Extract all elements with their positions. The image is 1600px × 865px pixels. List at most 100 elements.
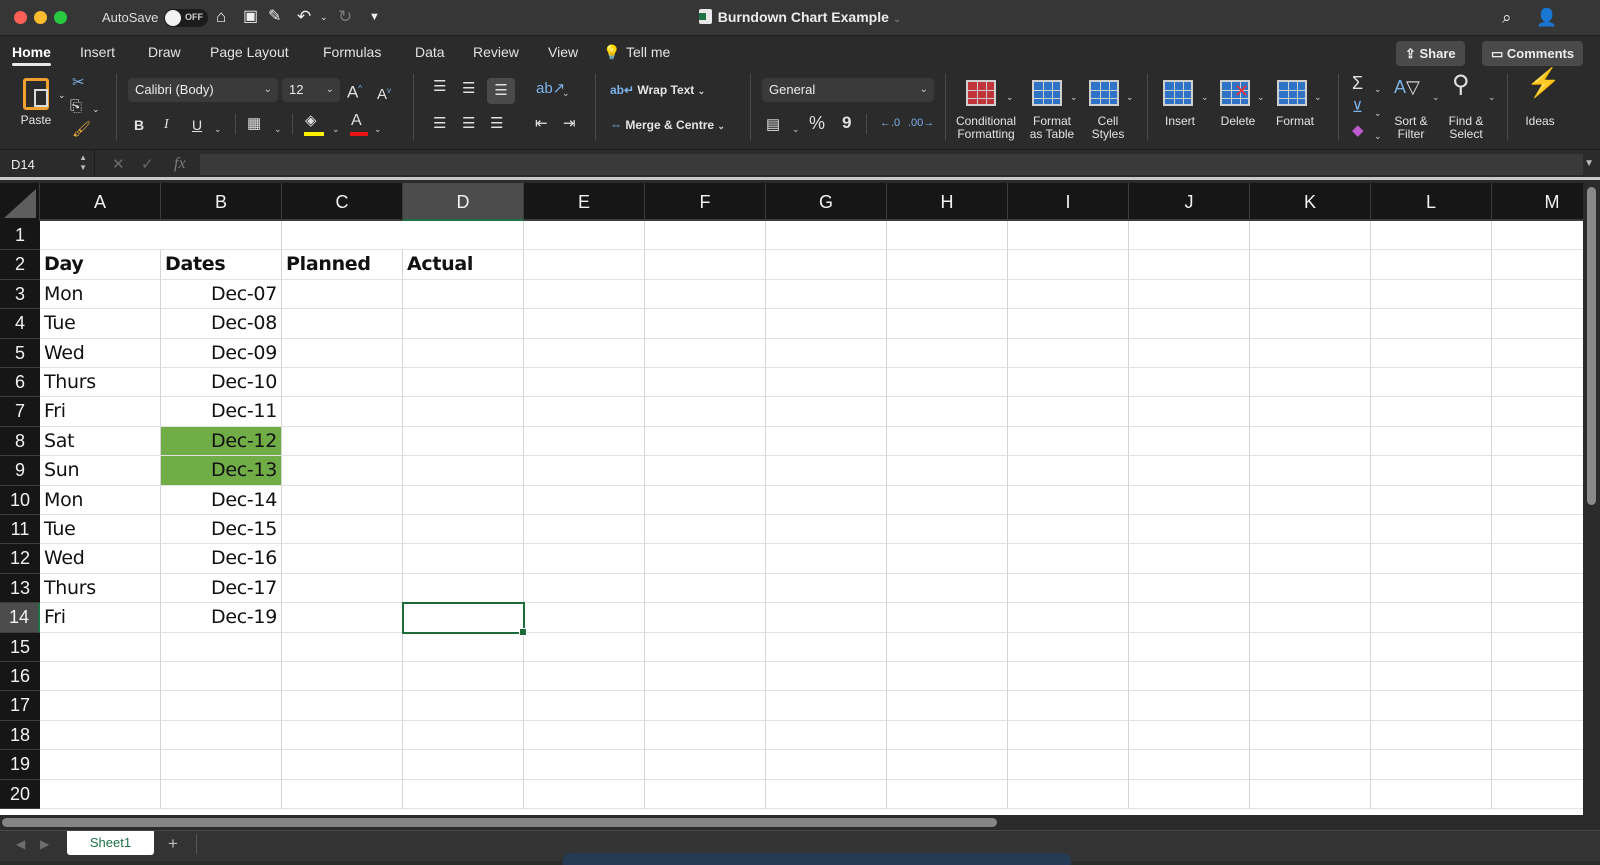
cell-c12[interactable]: [282, 544, 403, 574]
cell-e5[interactable]: [524, 338, 645, 368]
cell-f6[interactable]: [645, 368, 766, 398]
cell-f14[interactable]: [645, 603, 766, 633]
column-header-l[interactable]: L: [1371, 183, 1492, 221]
cell-a6[interactable]: Thurs: [40, 368, 161, 398]
chevron-down-icon[interactable]: ⌄: [1006, 88, 1014, 106]
cell-d10[interactable]: [403, 485, 524, 515]
cell-i3[interactable]: [1008, 279, 1129, 310]
cell-f12[interactable]: [645, 544, 766, 574]
cell-i13[interactable]: [1008, 573, 1129, 604]
scissors-icon[interactable]: ✂: [72, 74, 85, 92]
chevron-down-icon[interactable]: ⌄: [1314, 88, 1322, 106]
cell-l7[interactable]: [1371, 397, 1492, 427]
insert-cells-button[interactable]: Insert: [1163, 115, 1197, 128]
cell-b8[interactable]: Dec-12: [161, 426, 282, 457]
font-color-icon[interactable]: A: [351, 112, 362, 130]
cell-d17[interactable]: [403, 691, 524, 721]
cell-h1[interactable]: [887, 221, 1008, 251]
cell-h8[interactable]: [887, 426, 1008, 457]
cell-m18[interactable]: [1492, 721, 1583, 751]
select-all-button[interactable]: [0, 183, 40, 221]
cell-e15[interactable]: [524, 632, 645, 662]
cell-b2[interactable]: Dates: [161, 250, 282, 280]
cell-a3[interactable]: Mon: [40, 279, 161, 310]
cell-h5[interactable]: [887, 338, 1008, 368]
cell-b3[interactable]: Dec-07: [161, 279, 282, 310]
tab-home[interactable]: Home: [12, 44, 51, 66]
cell-h9[interactable]: [887, 456, 1008, 486]
cell-j1[interactable]: [1129, 221, 1250, 251]
accounting-chevron-icon[interactable]: ⌄: [792, 120, 800, 138]
cell-a14[interactable]: Fri: [40, 603, 161, 633]
cell-g5[interactable]: [766, 338, 887, 368]
cell-a9[interactable]: Sun: [40, 456, 161, 486]
cell-h18[interactable]: [887, 720, 1008, 751]
cell-c10[interactable]: [282, 485, 403, 515]
cell-b18[interactable]: [161, 720, 282, 751]
cell-e16[interactable]: [524, 662, 645, 692]
cell-g2[interactable]: [766, 250, 887, 280]
cell-m7[interactable]: [1492, 397, 1583, 427]
cell-e2[interactable]: [524, 250, 645, 280]
cell-a17[interactable]: [40, 691, 161, 721]
cell-k2[interactable]: [1250, 250, 1371, 280]
share-button[interactable]: ⇪ Share: [1396, 41, 1465, 66]
close-window-button[interactable]: [14, 11, 27, 24]
name-box[interactable]: D14 ▲ ▼: [0, 150, 95, 177]
cell-a18[interactable]: [40, 720, 161, 751]
cell-j15[interactable]: [1129, 632, 1250, 662]
cell-g10[interactable]: [766, 485, 887, 515]
cell-b9[interactable]: Dec-13: [161, 456, 282, 486]
cell-c2[interactable]: Planned: [282, 250, 403, 280]
row-header-18[interactable]: 18: [0, 720, 40, 751]
cell-m2[interactable]: [1492, 250, 1583, 280]
cell-l6[interactable]: [1371, 368, 1492, 398]
cell-a15[interactable]: [40, 632, 161, 662]
cell-h11[interactable]: [887, 515, 1008, 545]
conditional-formatting-button[interactable]: Conditional Formatting: [953, 115, 1019, 141]
tell-me-search[interactable]: Tell me: [626, 44, 670, 60]
cell-j7[interactable]: [1129, 397, 1250, 427]
row-header-15[interactable]: 15: [0, 632, 40, 662]
font-name-dropdown[interactable]: Calibri (Body) ⌄: [128, 78, 278, 102]
row-header-1[interactable]: 1: [0, 221, 40, 251]
cell-l20[interactable]: [1371, 779, 1492, 809]
cell-f7[interactable]: [645, 397, 766, 427]
horizontal-scrollbar[interactable]: [0, 815, 1583, 829]
floppy-disk-icon[interactable]: ▣: [243, 7, 258, 27]
cell-d4[interactable]: [403, 309, 524, 339]
cell-b7[interactable]: Dec-11: [161, 397, 282, 427]
wrap-text-button[interactable]: ab↵ Wrap Text ⌄: [610, 84, 705, 98]
cell-f1[interactable]: [645, 221, 766, 251]
cell-k11[interactable]: [1250, 515, 1371, 545]
cell-d6[interactable]: [403, 368, 524, 398]
cell-b5[interactable]: Dec-09: [161, 338, 282, 368]
cell-d15[interactable]: [403, 632, 524, 662]
merged-header-time[interactable]: [40, 221, 282, 251]
cell-m10[interactable]: [1492, 486, 1583, 515]
cell-f10[interactable]: [645, 485, 766, 515]
cell-f16[interactable]: [645, 662, 766, 692]
cell-e10[interactable]: [524, 485, 645, 515]
cell-k3[interactable]: [1250, 279, 1371, 310]
orientation-chevron-icon[interactable]: ⌄: [562, 84, 570, 102]
row-header-12[interactable]: 12: [0, 544, 40, 574]
cell-l17[interactable]: [1371, 691, 1492, 721]
cell-h6[interactable]: [887, 368, 1008, 398]
cell-d11[interactable]: [403, 515, 524, 545]
cell-i1[interactable]: [1008, 221, 1129, 251]
cell-c11[interactable]: [282, 515, 403, 545]
cell-e12[interactable]: [524, 544, 645, 574]
row-header-13[interactable]: 13: [0, 573, 40, 604]
cell-l10[interactable]: [1371, 485, 1492, 515]
cell-j13[interactable]: [1129, 573, 1250, 604]
chevron-down-icon[interactable]: ⌄: [1488, 88, 1496, 106]
cell-a12[interactable]: Wed: [40, 544, 161, 574]
cell-g14[interactable]: [766, 603, 887, 633]
cell-h3[interactable]: [887, 279, 1008, 310]
cell-m1[interactable]: [1492, 221, 1583, 251]
cell-e9[interactable]: [524, 456, 645, 486]
chevron-down-icon[interactable]: ⌄: [1432, 88, 1440, 106]
cell-h4[interactable]: [887, 309, 1008, 339]
chevron-down-icon[interactable]: ⌄: [1374, 80, 1382, 98]
